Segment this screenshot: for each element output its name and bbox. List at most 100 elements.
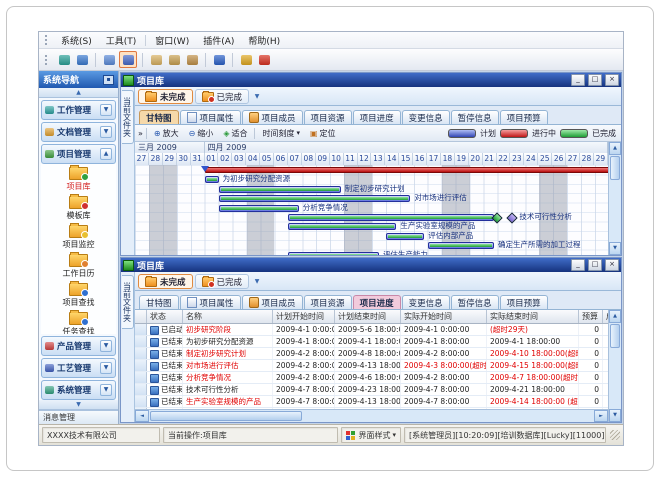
sidebar-group-工艺管理[interactable]: 工艺管理▼ (41, 358, 116, 378)
gantt-bar-初步研究阶段[interactable] (205, 167, 608, 173)
tab-项目预算[interactable]: 项目预算 (500, 295, 548, 309)
tab-message-management[interactable]: 消息管理 (39, 410, 118, 424)
zoom-in-button[interactable]: ⊕放大 (150, 127, 183, 140)
save-icon[interactable] (119, 51, 137, 68)
resize-grip[interactable] (610, 430, 620, 440)
sidebar-overflow-button[interactable]: ▼ (39, 400, 118, 410)
tab-项目进度[interactable]: 项目进度 (353, 110, 401, 124)
sidebar-item-工作日历[interactable]: 工作日历 (63, 254, 95, 279)
workstation-icon[interactable] (56, 52, 72, 67)
table-row[interactable]: 已结束制定初步研究计划2009-4-2 8:00:002009-4-8 18:0… (135, 348, 608, 360)
doc-edit-icon[interactable] (166, 52, 182, 67)
column-header-selector[interactable] (135, 310, 147, 323)
table-row[interactable]: 已结束为初步研究分配资源2009-4-1 8:00:002009-4-1 18:… (135, 336, 608, 348)
gantt-bar-对市场进行评估[interactable] (219, 195, 411, 202)
tab-甘特图[interactable]: 甘特图 (139, 295, 179, 309)
sidebar-item-项目查找[interactable]: 项目查找 (63, 283, 95, 308)
maximize-button[interactable]: □ (588, 74, 602, 86)
tab-项目属性[interactable]: 项目属性 (180, 295, 241, 309)
column-header-名称[interactable]: 名称 (183, 310, 273, 323)
scroll-thumb[interactable] (610, 324, 620, 348)
folder-tab-已完成[interactable]: 已完成 (195, 89, 250, 104)
tab-甘特图[interactable]: 甘特图 (139, 110, 179, 124)
sidebar-item-任务查找[interactable]: 任务查找 (63, 312, 95, 334)
folder-tab-已完成[interactable]: 已完成 (195, 274, 250, 289)
scroll-right-button[interactable]: ► (594, 410, 608, 422)
menu-item-3[interactable]: 窗口(W) (148, 33, 196, 48)
sidebar-collapse-button[interactable]: ▲ (39, 88, 118, 98)
table-row[interactable]: 已结束对市场进行评估2009-4-2 8:00:002009-4-13 18:0… (135, 360, 608, 372)
column-header-计划开始时间[interactable]: 计划开始时间 (273, 310, 335, 323)
tab-项目成员[interactable]: 项目成员 (242, 295, 303, 309)
gantt-bar-确定生产所需的加工过程[interactable] (428, 242, 494, 249)
pin-icon[interactable]: ▪ (103, 75, 114, 85)
menu-item-5[interactable]: 帮助(H) (241, 33, 287, 48)
zoom-out-button[interactable]: ⊖缩小 (185, 127, 218, 140)
gantt-bar-评估生产能力[interactable] (288, 252, 379, 255)
menu-item-2[interactable]: 工具(T) (99, 33, 144, 48)
sidebar-item-项目库[interactable]: 项目库 (67, 167, 91, 192)
minimize-button[interactable]: _ (571, 74, 585, 86)
chevron-up-icon[interactable]: ▲ (100, 148, 112, 160)
maximize-button[interactable]: □ (588, 259, 602, 271)
chevron-down-icon[interactable]: ▼ (100, 126, 112, 138)
column-header-预算[interactable]: 预算 (579, 310, 603, 323)
sidebar-group-项目管理[interactable]: 项目管理▲ (41, 144, 116, 164)
gantt-bar-生产实验室规模的产品[interactable] (288, 223, 396, 230)
sidebar-group-工作管理[interactable]: 工作管理▼ (41, 100, 116, 120)
chevron-down-icon[interactable]: ▼ (100, 362, 112, 374)
scroll-thumb[interactable] (150, 411, 302, 421)
style-selector[interactable]: 界面样式▾ (341, 427, 401, 443)
gantt-bar-为初步研究分配资源[interactable] (205, 176, 219, 183)
chevron-down-icon[interactable]: ▼ (100, 384, 112, 396)
tab-项目资源[interactable]: 项目资源 (304, 295, 352, 309)
sidebar-group-产品管理[interactable]: 产品管理▼ (41, 336, 116, 356)
current-folder-tab[interactable]: 当前文件夹 (122, 90, 134, 144)
tab-项目进度[interactable]: 项目进度 (353, 295, 401, 309)
timescale-button[interactable]: 时间刻度▾ (258, 127, 304, 140)
tab-变更信息[interactable]: 变更信息 (402, 110, 450, 124)
menu-item-1[interactable]: 系统(S) (54, 33, 99, 48)
gantt-bar-制定初步研究计划[interactable] (219, 186, 341, 193)
chevron-down-icon[interactable]: ▼ (100, 104, 112, 116)
tab-项目成员[interactable]: 项目成员 (242, 110, 303, 124)
sidebar-item-项目监控[interactable]: 项目监控 (63, 225, 95, 250)
locate-button[interactable]: ▣定位 (306, 127, 340, 140)
lock-icon[interactable] (238, 52, 254, 67)
chevron-down-icon[interactable]: ▼ (100, 340, 112, 352)
folder-tab-未完成[interactable]: 未完成 (138, 89, 193, 104)
help-icon[interactable] (211, 52, 227, 67)
scroll-left-button[interactable]: ◄ (135, 410, 149, 422)
exit-icon[interactable] (256, 52, 272, 67)
tab-变更信息[interactable]: 变更信息 (402, 295, 450, 309)
tab-项目资源[interactable]: 项目资源 (304, 110, 352, 124)
folder-tab-overflow-icon[interactable]: ▼ (251, 91, 263, 103)
table-row[interactable]: 已结束生产实验室规模的产品2009-4-7 8:00:002009-4-13 1… (135, 396, 608, 408)
sidebar-group-文档管理[interactable]: 文档管理▼ (41, 122, 116, 142)
fit-button[interactable]: ◈适合 (219, 127, 251, 140)
table-row[interactable]: 已启动初步研究阶段2009-4-1 0:00:002009-5-6 18:00:… (135, 324, 608, 336)
column-header-实际开始时间[interactable]: 实际开始时间 (401, 310, 487, 323)
column-header-计划结束时间[interactable]: 计划结束时间 (335, 310, 401, 323)
sidebar-item-模板库[interactable]: 模板库 (67, 196, 91, 221)
gantt-bar-技术可行性分析[interactable] (288, 214, 494, 221)
menu-item-4[interactable]: 插件(A) (196, 33, 241, 48)
close-button[interactable]: × (605, 74, 619, 86)
tab-项目预算[interactable]: 项目预算 (500, 110, 548, 124)
tab-暂停信息[interactable]: 暂停信息 (451, 295, 499, 309)
globe-icon[interactable] (74, 52, 90, 67)
column-header-成[interactable]: 成 (603, 310, 608, 323)
scroll-down-button[interactable]: ▼ (609, 242, 621, 255)
scroll-up-button[interactable]: ▲ (609, 310, 621, 323)
folder-tab-overflow-icon[interactable]: ▼ (251, 276, 263, 288)
table-row[interactable]: 已结束技术可行性分析2009-4-7 8:00:002009-4-23 18:0… (135, 384, 608, 396)
gantt-bar-分析竞争情况[interactable] (219, 205, 299, 212)
minimize-button[interactable]: _ (571, 259, 585, 271)
current-folder-tab[interactable]: 当前文件夹 (122, 275, 134, 329)
tab-暂停信息[interactable]: 暂停信息 (451, 110, 499, 124)
table-row[interactable]: 已结束分析竞争情况2009-4-2 8:00:002009-4-6 18:00:… (135, 372, 608, 384)
tab-项目属性[interactable]: 项目属性 (180, 110, 241, 124)
doc-delete-icon[interactable] (184, 52, 200, 67)
scroll-up-button[interactable]: ▲ (609, 142, 621, 155)
doc-new-icon[interactable] (148, 52, 164, 67)
